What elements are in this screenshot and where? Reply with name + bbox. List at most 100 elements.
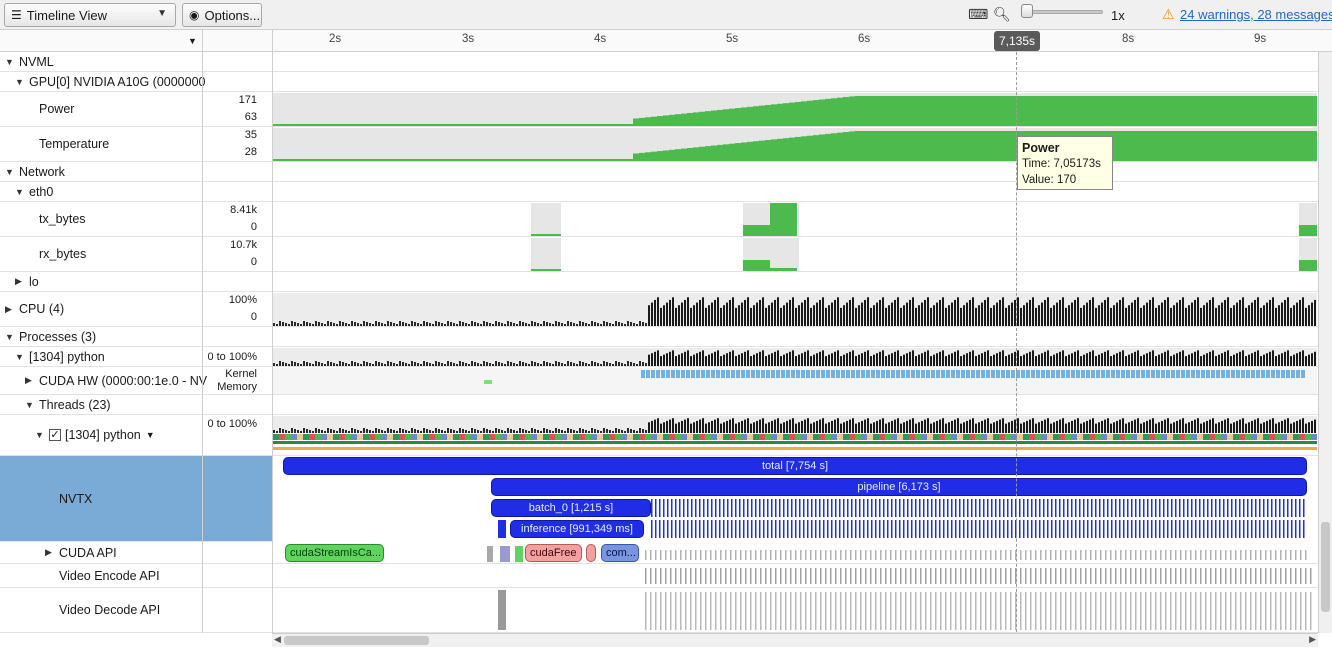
- cpu-sample: [633, 363, 635, 366]
- thread-state: [921, 434, 927, 440]
- cuda-api-tick: [1045, 550, 1047, 560]
- cpu-sample: [1074, 299, 1076, 326]
- cpu-sample: [1212, 350, 1214, 366]
- cuda-api-tick: [1125, 550, 1127, 560]
- cpu-sample: [645, 323, 647, 326]
- cuda-api-call-stream[interactable]: cudaStreamIsCa...: [285, 544, 384, 562]
- kernel-mark: [1071, 370, 1075, 378]
- cpu-sample: [1095, 356, 1097, 366]
- video-encode-tick: [1245, 568, 1247, 584]
- nvtx-tick: [1167, 499, 1169, 517]
- horizontal-scrollbar[interactable]: ◀ ▶: [272, 633, 1318, 647]
- nvtx-tick: [687, 520, 689, 538]
- kernel-mark: [951, 370, 955, 378]
- scroll-left-icon[interactable]: ◀: [274, 634, 281, 645]
- cpu-sample: [1281, 353, 1283, 366]
- cpu-sample: [726, 353, 728, 366]
- nsight-timeline-app: ☰ Timeline View ▼ ◉ Options... ⌨ 🔍︎ 1x ⚠…: [0, 0, 1332, 653]
- cuda-api-call-com[interactable]: com...: [601, 544, 639, 562]
- cpu-sample: [798, 422, 800, 433]
- cpu-sample: [1185, 356, 1187, 366]
- metric-bar: [747, 141, 753, 161]
- cpu-sample: [609, 363, 611, 366]
- video-encode-tick: [1270, 568, 1272, 584]
- cuda-api-call-small[interactable]: [586, 544, 596, 562]
- vertical-scrollbar[interactable]: [1318, 52, 1332, 633]
- nvtx-tick: [1155, 520, 1157, 538]
- cpu-sample: [1011, 353, 1013, 366]
- nvtx-range-total[interactable]: total [7,754 s]: [283, 457, 1307, 475]
- kernel-mark: [836, 370, 840, 378]
- cpu-sample: [1209, 299, 1211, 326]
- cpu-sample: [507, 361, 509, 366]
- cuda-api-call-free[interactable]: cudaFree: [525, 544, 582, 562]
- cpu-sample: [1200, 307, 1202, 326]
- vertical-scroll-thumb[interactable]: [1321, 522, 1330, 612]
- cpu-sample: [564, 431, 566, 433]
- video-encode-tick: [785, 568, 787, 584]
- cpu-sample: [1248, 305, 1250, 326]
- video-encode-tick: [730, 568, 732, 584]
- cuda-api-tick: [855, 550, 857, 560]
- network-bar: [531, 269, 561, 271]
- thread-state: [537, 434, 543, 440]
- cpu-sample: [387, 321, 389, 326]
- cpu-sample: [753, 305, 755, 326]
- cuda-api-tick: [930, 550, 932, 560]
- thread-state: [669, 434, 675, 440]
- video-encode-tick: [1165, 568, 1167, 584]
- cpu-sample: [621, 430, 623, 433]
- video-encode-tick: [900, 568, 902, 584]
- metric-bar: [897, 131, 903, 161]
- video-decode-tick: [1265, 592, 1267, 630]
- cpu-sample: [384, 431, 386, 433]
- cpu-sample: [780, 356, 782, 366]
- cpu-sample: [804, 419, 806, 433]
- cpu-sample: [576, 431, 578, 433]
- thread-state: [1215, 434, 1221, 440]
- metric-bar: [825, 98, 831, 126]
- cuda-api-tick: [900, 550, 902, 560]
- kernel-mark: [701, 370, 705, 378]
- timeline-graphics[interactable]: [0, 0, 1332, 653]
- metric-bar: [705, 111, 711, 126]
- cpu-sample: [696, 420, 698, 433]
- cuda-api-tick: [1085, 550, 1087, 560]
- cpu-sample: [309, 323, 311, 326]
- cuda-api-tick: [1295, 550, 1297, 560]
- video-encode-tick: [1280, 568, 1282, 584]
- cpu-sample: [657, 418, 659, 433]
- thread-state: [1137, 434, 1143, 440]
- thread-state: [285, 434, 291, 440]
- cuda-api-tick: [785, 550, 787, 560]
- nvtx-range-batch[interactable]: batch_0 [1,215 s]: [491, 499, 651, 517]
- cpu-sample: [822, 350, 824, 366]
- cpu-sample: [516, 364, 518, 366]
- cpu-sample: [702, 297, 704, 326]
- scroll-right-icon[interactable]: ▶: [1309, 634, 1316, 645]
- thread-state: [585, 434, 591, 440]
- metric-bar: [1137, 96, 1143, 126]
- cpu-sample: [360, 364, 362, 366]
- video-decode-tick: [930, 592, 932, 630]
- video-decode-tick: [740, 592, 742, 630]
- nvtx-tick: [947, 520, 949, 538]
- nvtx-tick: [963, 499, 965, 517]
- thread-state: [897, 434, 903, 440]
- kernel-mark: [1101, 370, 1105, 378]
- thread-state: [681, 434, 687, 440]
- thread-state: [891, 434, 897, 440]
- nvtx-tick: [683, 499, 685, 517]
- kernel-mark: [846, 370, 850, 378]
- cpu-sample: [840, 307, 842, 326]
- nvtx-tick: [1203, 520, 1205, 538]
- nvtx-range-inference[interactable]: inference [991,349 ms]: [510, 520, 644, 538]
- cpu-sample: [804, 351, 806, 366]
- cuda-api-tick: [1105, 550, 1107, 560]
- metric-bar: [915, 96, 921, 126]
- cpu-sample: [768, 422, 770, 433]
- nvtx-range-pipeline[interactable]: pipeline [6,173 s]: [491, 478, 1307, 496]
- horizontal-scroll-thumb[interactable]: [284, 636, 429, 645]
- cuda-api-tick: [1170, 550, 1172, 560]
- cpu-sample: [459, 321, 461, 326]
